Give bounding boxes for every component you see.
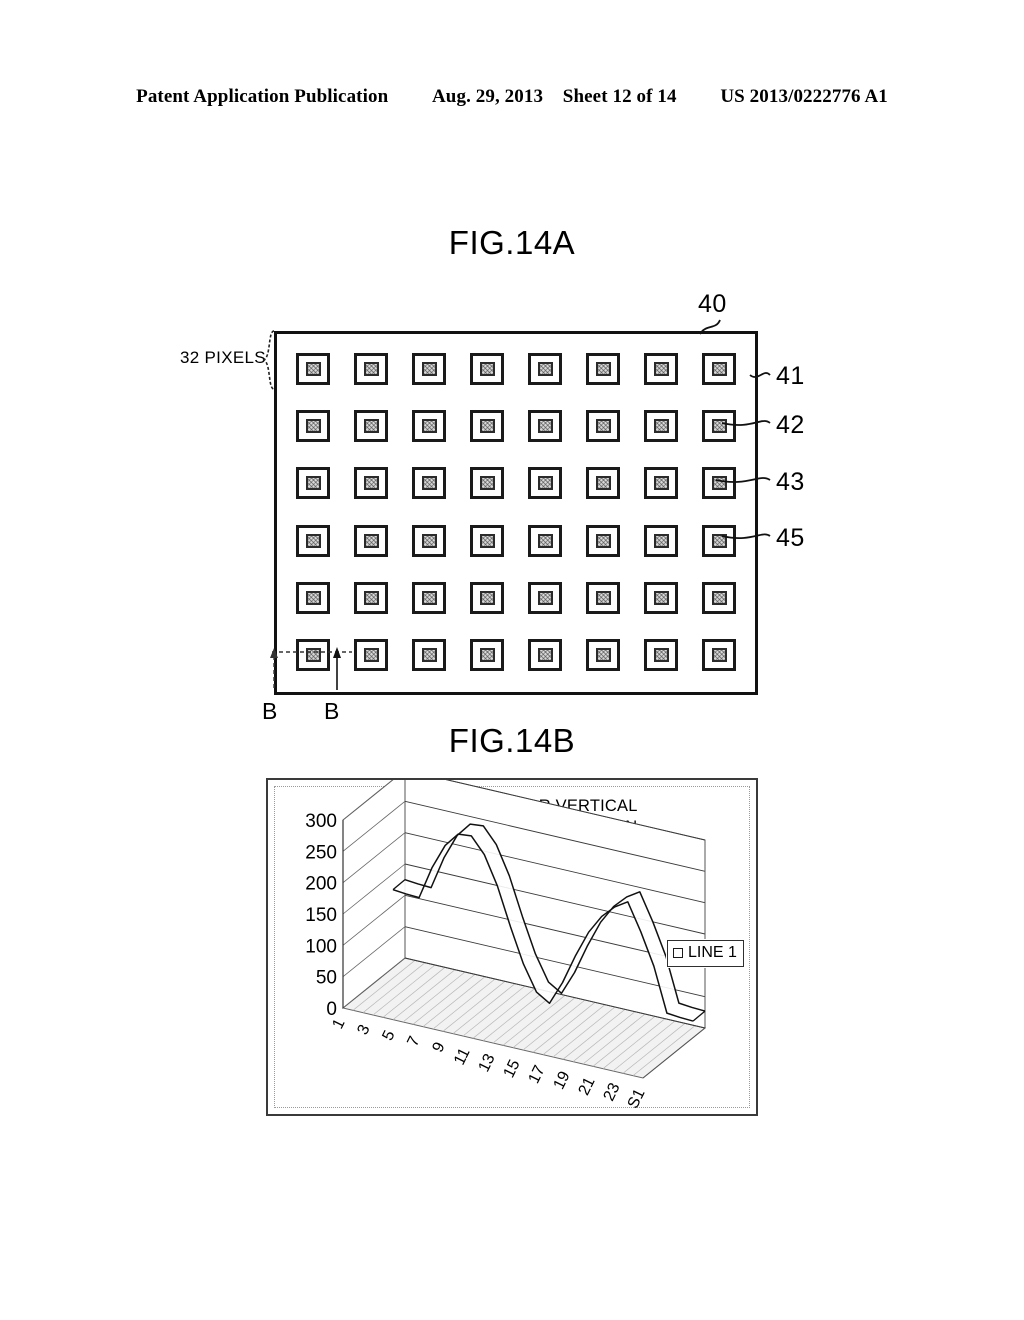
figure-14b-chart-panel: HORIZONTAL OR VERTICAL CENTRAL CROSS-SEC…: [266, 778, 758, 1116]
section-marker-b-left: B: [262, 698, 278, 724]
svg-text:5: 5: [379, 1028, 398, 1044]
svg-text:9: 9: [429, 1040, 448, 1056]
chart-legend: LINE 1: [667, 940, 744, 967]
fig-14a-title: FIG.14A: [448, 224, 576, 261]
svg-text:0: 0: [326, 999, 337, 1020]
svg-text:S1: S1: [625, 1086, 649, 1111]
svg-text:7: 7: [404, 1034, 423, 1050]
svg-text:3: 3: [354, 1022, 373, 1038]
patent-header: Patent Application Publication Aug. 29, …: [0, 86, 1024, 108]
svg-text:15: 15: [501, 1057, 524, 1081]
header-patent-number: US 2013/0222776 A1: [720, 86, 888, 107]
section-marker-b-right: B: [324, 698, 340, 724]
svg-text:19: 19: [551, 1069, 574, 1093]
svg-text:150: 150: [305, 905, 337, 926]
svg-text:11: 11: [451, 1045, 474, 1067]
header-publication: Patent Application Publication: [136, 86, 389, 107]
reference-number-43: 43: [776, 468, 805, 496]
svg-text:50: 50: [316, 968, 337, 989]
reference-number-42: 42: [776, 411, 805, 439]
legend-label: LINE 1: [688, 944, 737, 961]
svg-text:17: 17: [526, 1063, 549, 1087]
svg-text:21: 21: [576, 1075, 599, 1099]
svg-text:250: 250: [305, 842, 337, 863]
svg-text:200: 200: [305, 874, 337, 895]
reference-number-41: 41: [776, 362, 805, 390]
svg-text:13: 13: [476, 1051, 499, 1075]
svg-text:300: 300: [305, 811, 337, 832]
leader-lines: [270, 319, 771, 690]
figure-14a: 32 PIXELS 40 41 42 43 45 B B: [0, 290, 1024, 724]
svg-text:23: 23: [601, 1080, 624, 1104]
svg-text:100: 100: [305, 936, 337, 957]
fig-14b-title: FIG.14B: [448, 722, 576, 759]
reference-number-40: 40: [698, 290, 727, 318]
legend-marker-icon: [673, 948, 683, 958]
svg-text:1: 1: [329, 1016, 348, 1032]
header-sheet: Sheet 12 of 14: [562, 86, 677, 107]
header-date: Aug. 29, 2013: [431, 86, 544, 107]
reference-number-45: 45: [776, 524, 805, 552]
